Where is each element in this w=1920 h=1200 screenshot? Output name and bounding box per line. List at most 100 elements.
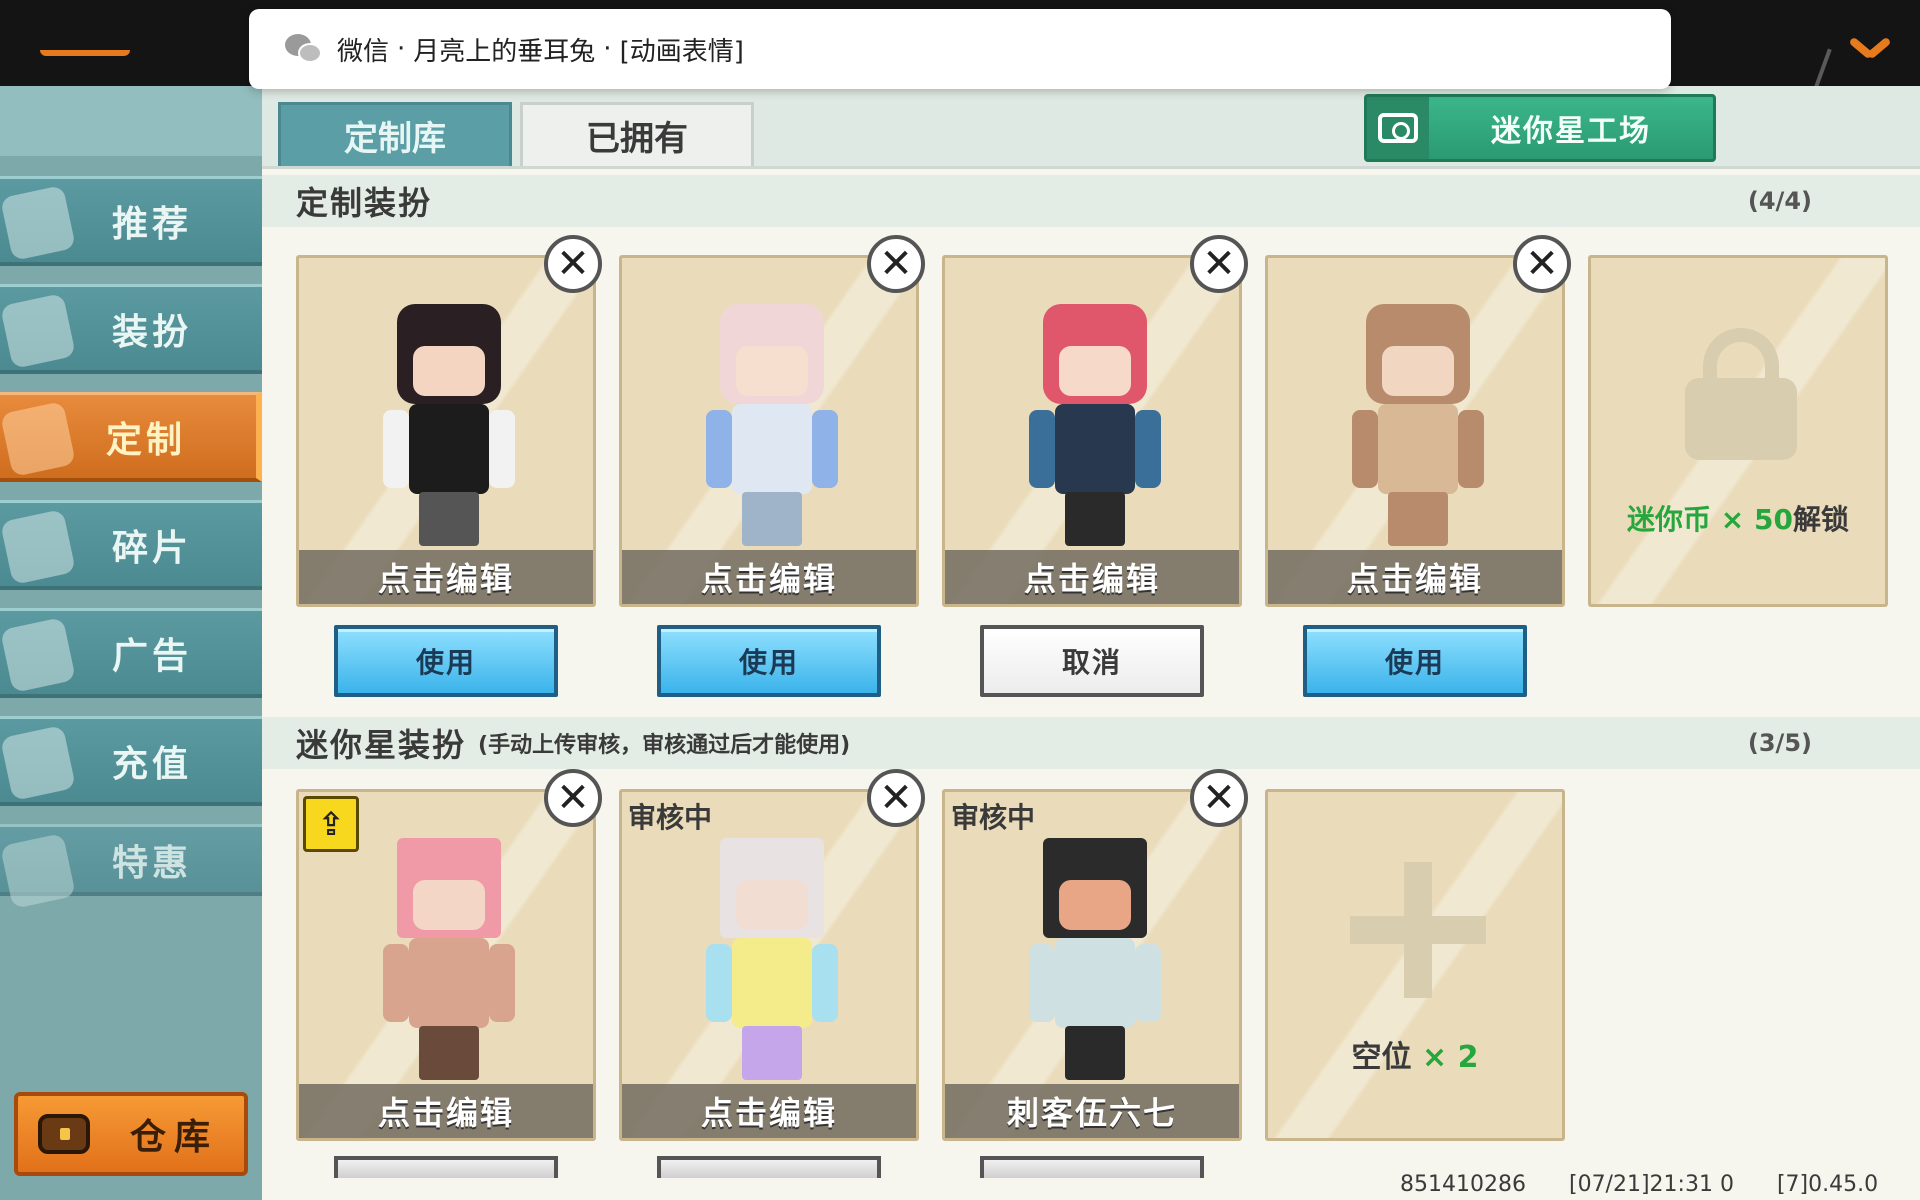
sidebar-item-ads[interactable]: 广告 — [0, 608, 262, 698]
slot-count: (3/5) — [1747, 729, 1812, 757]
sidebar-item-outfit[interactable]: 装扮 — [0, 284, 262, 374]
section-title: 定制装扮 — [296, 184, 433, 222]
edit-outfit-label[interactable]: 点击编辑 — [622, 550, 916, 604]
sidebar-header — [0, 86, 262, 156]
outfit-card[interactable]: 点击编辑 — [296, 255, 596, 607]
delete-outfit-button[interactable]: ✕ — [1513, 235, 1571, 293]
delete-outfit-button[interactable]: ✕ — [1190, 769, 1248, 827]
empty-slot-count: 空位 × 2 — [1351, 1040, 1479, 1075]
close-icon: ✕ — [1202, 775, 1236, 821]
edit-outfit-label[interactable]: 点击编辑 — [622, 1084, 916, 1138]
use-outfit-button[interactable]: 使用 — [334, 625, 558, 697]
sidebar-item-recharge[interactable]: 充值 — [0, 716, 262, 806]
mini-star-outfits-header: 迷你星装扮 (手动上传审核，审核通过后才能使用) (3/5) — [262, 717, 1920, 769]
avatar-preview — [692, 818, 852, 1088]
sidebar-item-recommend[interactable]: 推荐 — [0, 176, 262, 266]
user-id: 851410286 — [1400, 1172, 1526, 1197]
sidebar-item-sale[interactable]: 特惠 — [0, 824, 262, 909]
sidebar-item-label: 广告 — [111, 635, 192, 677]
sale-icon — [0, 833, 76, 909]
tab-custom-library[interactable]: 定制库 — [278, 102, 512, 166]
treasure-chest-icon — [38, 1114, 90, 1154]
cancel-outfit-button[interactable]: 取消 — [980, 625, 1204, 697]
outfit-name-label[interactable]: 刺客伍六七 — [945, 1084, 1239, 1138]
star-outfit-action-button[interactable] — [980, 1156, 1204, 1178]
sidebar-item-fragments[interactable]: 碎片 — [0, 500, 262, 590]
delete-outfit-button[interactable]: ✕ — [1190, 235, 1248, 293]
avatar-preview — [369, 818, 529, 1088]
top-divider — [1814, 48, 1832, 88]
unlock-cost: 迷你币 × 50解锁 — [1627, 503, 1849, 536]
star-outfit-card[interactable]: ⇪ 点击编辑 — [296, 789, 596, 1141]
notification-separator: · — [397, 34, 406, 64]
star-outfit-card[interactable]: 审核中 点击编辑 — [619, 789, 919, 1141]
avatar-preview — [1015, 818, 1175, 1088]
outfit-panel: 定制装扮 (4/4) 点击编辑 点击编辑 点击编辑 点击编辑 迷你币 × 50解… — [262, 166, 1920, 1200]
upload-icon[interactable]: ⇪ — [303, 796, 359, 852]
notification-app: 微信 — [337, 36, 390, 67]
sidebar-item-label: 定制 — [105, 419, 186, 461]
custom-outfits-header: 定制装扮 (4/4) — [262, 175, 1920, 227]
empty-slot-card[interactable]: 空位 × 2 — [1265, 789, 1565, 1141]
close-icon: ✕ — [1202, 241, 1236, 287]
wechat-notification[interactable]: 微信 · 月亮上的垂耳兔 · [动画表情] — [249, 9, 1671, 89]
notification-sender: 月亮上的垂耳兔 — [413, 36, 596, 67]
tab-owned[interactable]: 已拥有 — [520, 102, 754, 166]
timestamp: [07/21]21:31 0 — [1568, 1172, 1734, 1197]
locked-slot-card[interactable]: 迷你币 × 50解锁 — [1588, 255, 1888, 607]
sidebar-item-label: 充值 — [111, 743, 192, 785]
edit-outfit-label[interactable]: 点击编辑 — [299, 550, 593, 604]
star-outfit-action-button[interactable] — [334, 1156, 558, 1178]
edit-outfit-label[interactable]: 点击编辑 — [945, 550, 1239, 604]
slot-count: (4/4) — [1747, 187, 1812, 215]
delete-outfit-button[interactable]: ✕ — [867, 769, 925, 827]
pencil-icon — [0, 401, 76, 477]
close-icon: ✕ — [556, 241, 590, 287]
section-note: (手动上传审核，审核通过后才能使用) — [478, 733, 851, 758]
sidebar-item-label: 碎片 — [111, 527, 192, 569]
sidebar: 推荐 装扮 定制 碎片 广告 充值 特惠 — [0, 86, 262, 1200]
avatar-preview — [1015, 284, 1175, 554]
outfit-card[interactable]: 点击编辑 — [619, 255, 919, 607]
sidebar-item-label: 特惠 — [111, 842, 192, 884]
edit-outfit-label[interactable]: 点击编辑 — [299, 1084, 593, 1138]
outfit-card[interactable]: 点击编辑 — [942, 255, 1242, 607]
close-icon: ✕ — [1525, 241, 1559, 287]
lock-icon — [1685, 328, 1797, 460]
studio-button-label: 迷你星工场 — [1491, 114, 1651, 149]
shirt-icon — [0, 293, 76, 369]
coins-icon — [0, 725, 76, 801]
close-icon: ✕ — [879, 775, 913, 821]
sidebar-item-custom[interactable]: 定制 — [0, 392, 262, 482]
star-outfit-action-button[interactable] — [657, 1156, 881, 1178]
notification-separator: · — [603, 34, 612, 64]
debug-footer: 851410286 [07/21]21:31 0 [7]0.45.0 — [1400, 1172, 1914, 1197]
delete-outfit-button[interactable]: ✕ — [544, 235, 602, 293]
camera-icon — [1378, 113, 1418, 143]
version: [7]0.45.0 — [1776, 1172, 1879, 1197]
mini-star-studio-button[interactable]: 迷你星工场 — [1364, 94, 1716, 162]
close-icon: ✕ — [556, 775, 590, 821]
top-left-emblem — [40, 28, 130, 56]
avatar-preview — [692, 284, 852, 554]
outfit-card[interactable]: 点击编辑 — [1265, 255, 1565, 607]
close-icon: ✕ — [879, 241, 913, 287]
sidebar-item-label: 推荐 — [111, 203, 192, 245]
delete-outfit-button[interactable]: ✕ — [867, 235, 925, 293]
section-title: 迷你星装扮 — [296, 726, 467, 764]
warehouse-button[interactable]: 仓库 — [14, 1092, 248, 1176]
plus-icon — [1350, 862, 1486, 998]
use-outfit-button[interactable]: 使用 — [1303, 625, 1527, 697]
use-outfit-button[interactable]: 使用 — [657, 625, 881, 697]
gift-icon — [0, 617, 76, 693]
avatar-preview — [1338, 284, 1498, 554]
notification-message: [动画表情] — [619, 36, 744, 67]
camera-icon-box — [1367, 97, 1429, 159]
wechat-icon — [285, 34, 323, 64]
sidebar-item-label: 装扮 — [111, 311, 192, 353]
delete-outfit-button[interactable]: ✕ — [544, 769, 602, 827]
star-outfit-card[interactable]: 审核中 刺客伍六七 — [942, 789, 1242, 1141]
main-content: 定制库 已拥有 迷你星工场 定制装扮 (4/4) 点击编辑 点击编辑 点击编辑 … — [262, 86, 1920, 1200]
edit-outfit-label[interactable]: 点击编辑 — [1268, 550, 1562, 604]
collapse-chevron-icon[interactable] — [1840, 30, 1900, 70]
